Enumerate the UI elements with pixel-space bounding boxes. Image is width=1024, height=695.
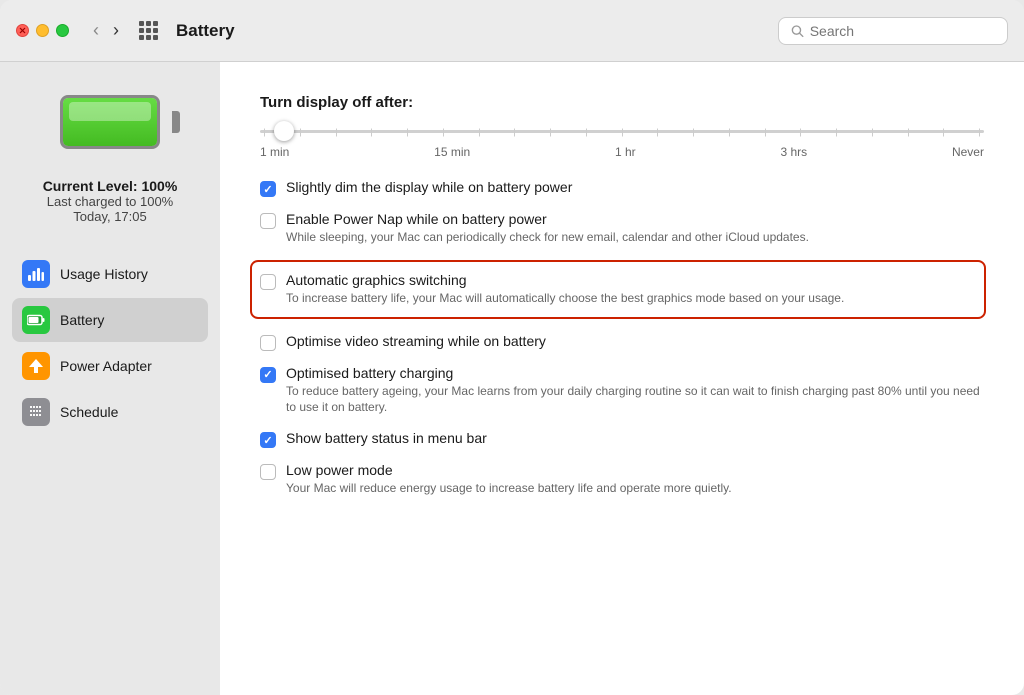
grid-icon[interactable] [139, 21, 158, 40]
display-off-label: Turn display off after: [260, 94, 984, 111]
checkbox-auto-graphics[interactable] [260, 274, 276, 290]
option-text-battery-status: Show battery status in menu bar [286, 430, 984, 448]
display-off-section: Turn display off after: [260, 94, 984, 159]
battery-icon [22, 306, 50, 334]
checkbox-power-nap[interactable] [260, 213, 276, 229]
back-arrow[interactable]: ‹ [89, 18, 103, 43]
battery-terminal [172, 111, 180, 133]
option-text-optimised-charging: Optimised battery charging To reduce bat… [286, 365, 984, 417]
power-adapter-label: Power Adapter [60, 358, 152, 374]
slider-line [260, 130, 984, 133]
battery-icon-container [50, 82, 170, 162]
option-title-battery-status: Show battery status in menu bar [286, 430, 984, 446]
option-title-power-nap: Enable Power Nap while on battery power [286, 211, 984, 227]
battery-info: Current Level: 100% Last charged to 100%… [43, 178, 178, 224]
option-desc-low-power: Your Mac will reduce energy usage to inc… [286, 480, 984, 497]
option-title-low-power: Low power mode [286, 462, 984, 478]
titlebar: ‹ › Battery [0, 0, 1024, 62]
window-title: Battery [176, 21, 235, 41]
main-content: Current Level: 100% Last charged to 100%… [0, 62, 1024, 695]
slider-label-1min: 1 min [260, 145, 289, 159]
battery-charged-text: Last charged to 100% [43, 194, 178, 209]
sidebar-nav: Usage History Battery [12, 252, 208, 436]
option-optimised-charging: Optimised battery charging To reduce bat… [260, 365, 984, 417]
sidebar-item-usage-history[interactable]: Usage History [12, 252, 208, 296]
battery-time-text: Today, 17:05 [43, 209, 178, 224]
option-title-video-streaming: Optimise video streaming while on batter… [286, 333, 984, 349]
option-title-dim-display: Slightly dim the display while on batter… [286, 179, 984, 195]
schedule-label: Schedule [60, 404, 118, 420]
slider-label-3hrs: 3 hrs [780, 145, 807, 159]
option-text-video-streaming: Optimise video streaming while on batter… [286, 333, 984, 351]
search-bar[interactable] [778, 17, 1008, 45]
slider-label-never: Never [952, 145, 984, 159]
main-window: ‹ › Battery [0, 0, 1024, 695]
checkbox-battery-status[interactable] [260, 432, 276, 448]
checkbox-low-power[interactable] [260, 464, 276, 480]
sidebar-item-power-adapter[interactable]: Power Adapter [12, 344, 208, 388]
checkbox-optimised-charging[interactable] [260, 367, 276, 383]
option-video-streaming: Optimise video streaming while on batter… [260, 333, 984, 351]
battery-level-text: Current Level: 100% [43, 178, 178, 194]
slider-track[interactable] [260, 121, 984, 141]
content-area: Turn display off after: [220, 62, 1024, 695]
option-power-nap: Enable Power Nap while on battery power … [260, 211, 984, 246]
option-text-low-power: Low power mode Your Mac will reduce ener… [286, 462, 984, 497]
usage-history-label: Usage History [60, 266, 148, 282]
forward-arrow[interactable]: › [109, 18, 123, 43]
option-auto-graphics: Automatic graphics switching To increase… [250, 260, 986, 319]
option-title-optimised-charging: Optimised battery charging [286, 365, 984, 381]
slider-label-15min: 15 min [434, 145, 470, 159]
sidebar: Current Level: 100% Last charged to 100%… [0, 62, 220, 695]
option-desc-power-nap: While sleeping, your Mac can periodicall… [286, 229, 984, 246]
usage-history-icon [22, 260, 50, 288]
slider-labels: 1 min 15 min 1 hr 3 hrs Never [260, 145, 984, 159]
slider-thumb[interactable] [274, 121, 294, 141]
traffic-lights [16, 24, 69, 37]
maximize-button[interactable] [56, 24, 69, 37]
option-battery-status: Show battery status in menu bar [260, 430, 984, 448]
schedule-icon [22, 398, 50, 426]
battery-label: Battery [60, 312, 104, 328]
sidebar-item-schedule[interactable]: Schedule [12, 390, 208, 434]
minimize-button[interactable] [36, 24, 49, 37]
battery-body [60, 95, 160, 149]
checkbox-dim-display[interactable] [260, 181, 276, 197]
sidebar-item-battery[interactable]: Battery [12, 298, 208, 342]
option-text-power-nap: Enable Power Nap while on battery power … [286, 211, 984, 246]
power-adapter-icon [22, 352, 50, 380]
battery-shine [69, 102, 151, 121]
search-icon [791, 24, 804, 38]
option-dim-display: Slightly dim the display while on batter… [260, 179, 984, 197]
checkbox-video-streaming[interactable] [260, 335, 276, 351]
close-button[interactable] [16, 24, 29, 37]
search-input[interactable] [810, 23, 995, 39]
option-desc-auto-graphics: To increase battery life, your Mac will … [286, 290, 974, 307]
option-desc-optimised-charging: To reduce battery ageing, your Mac learn… [286, 383, 984, 417]
slider-label-1hr: 1 hr [615, 145, 636, 159]
option-text-auto-graphics: Automatic graphics switching To increase… [286, 272, 974, 307]
option-title-auto-graphics: Automatic graphics switching [286, 272, 974, 288]
option-low-power: Low power mode Your Mac will reduce ener… [260, 462, 984, 497]
nav-arrows: ‹ › [89, 18, 123, 43]
option-text-dim-display: Slightly dim the display while on batter… [286, 179, 984, 197]
